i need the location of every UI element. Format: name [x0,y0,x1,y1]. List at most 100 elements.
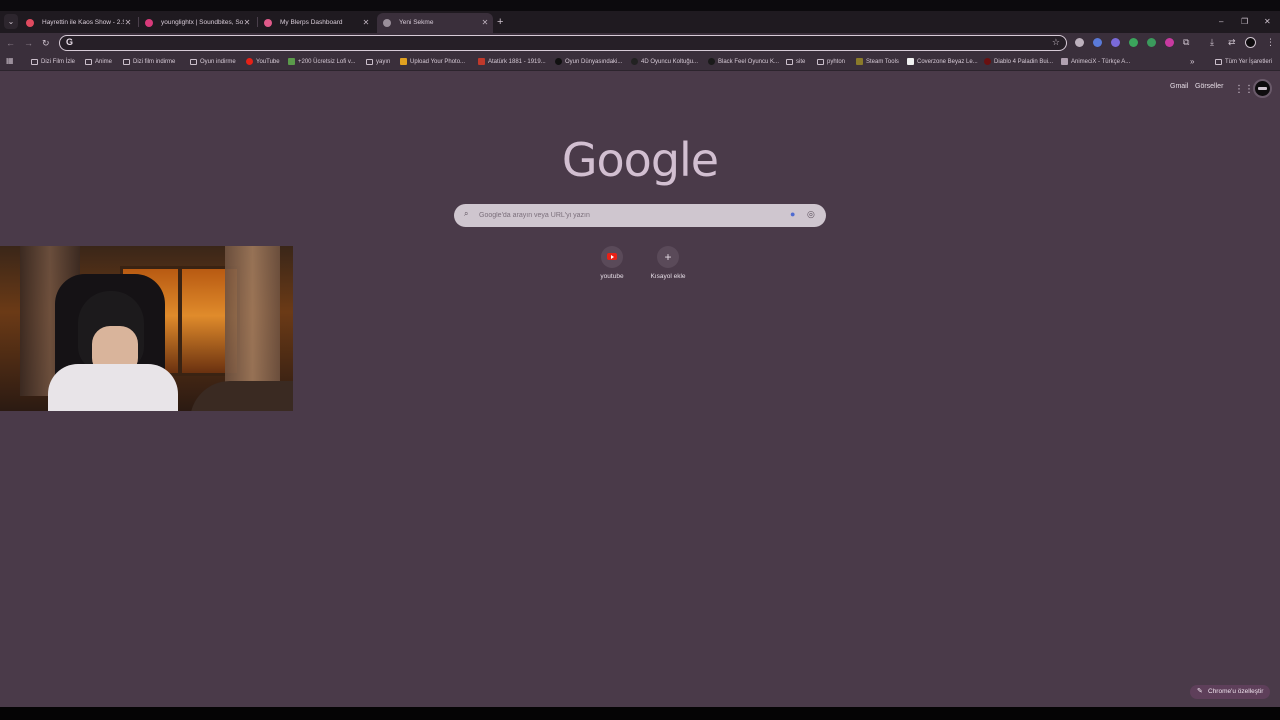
bookmark-link[interactable]: Steam Tools [856,55,899,69]
youtube-icon [246,58,253,65]
bookmark-folder[interactable]: yayın [366,55,390,69]
folder-icon [123,59,130,65]
shield-extension-icon[interactable] [1129,38,1138,47]
bookmark-link[interactable]: Diablo 4 Paladin Bui... [984,55,1053,69]
site-favicon-icon [984,58,991,65]
forward-arrow-icon[interactable]: → [24,37,33,49]
folder-icon [1215,59,1222,65]
extension-icon[interactable] [1165,38,1174,47]
tab-close-icon[interactable]: ✕ [480,13,490,33]
bookmark-link[interactable]: +200 Ücretsiz Lofi v... [288,55,355,69]
reload-icon[interactable]: ↻ [42,37,50,49]
bookmark-link[interactable]: Black Feel Oyuncu K... [708,55,779,69]
google-apps-icon[interactable]: ⋮⋮ [1234,84,1254,95]
folder-icon [190,59,197,65]
customize-label: Chrome'u özelleştir [1208,688,1264,695]
profile-avatar-icon[interactable] [1245,37,1256,48]
tab-title: Hayrettin ile Kaos Show - 2.Sez [42,19,124,26]
bookmark-folder[interactable]: Oyun indirme [190,55,236,69]
shortcut-tile: + [657,246,679,268]
microphone-icon[interactable]: ● [790,209,795,219]
bookmark-folder[interactable]: site [786,55,805,69]
bookmark-star-icon[interactable]: ☆ [1052,37,1060,48]
bookmark-link[interactable]: Atatürk 1881 - 1919... [478,55,546,69]
new-tab-page: Gmail Görseller ⋮⋮ Google ⌕ ● ◎ youtube … [0,71,1280,707]
taskbar-strip [0,707,1280,720]
minimize-button[interactable]: – [1219,15,1223,29]
search-box[interactable]: ⌕ ● ◎ [454,204,826,227]
folder-icon [31,59,38,65]
close-window-button[interactable]: ✕ [1264,15,1271,29]
bookmark-folder[interactable]: Anime [85,55,112,69]
new-tab-button[interactable]: + [497,15,503,29]
shortcut-youtube[interactable]: youtube [584,246,640,280]
bed-blanket [190,381,293,411]
extension-icon[interactable] [1075,38,1084,47]
address-bar[interactable]: G ☆ [59,35,1067,51]
bookmark-folder[interactable]: pyhton [817,55,845,69]
lens-camera-icon[interactable]: ◎ [807,209,815,220]
bookmark-label: 4D Oyuncu Koltuğu... [641,59,699,65]
bookmarks-bar: ▦ Dizi Film İzle Anime Dizi film indirme… [0,53,1280,71]
site-favicon-icon [631,58,638,65]
site-favicon-icon [1061,58,1068,65]
window-top-bar [0,0,1280,11]
folder-icon [817,59,824,65]
bookmark-link[interactable]: AnimeciX - Türkçe A... [1061,55,1130,69]
bookmark-link[interactable]: Coverzone Beyaz Le... [907,55,978,69]
site-favicon-icon [708,58,715,65]
site-favicon-icon [856,58,863,65]
bookmark-label: Atatürk 1881 - 1919... [488,59,546,65]
all-bookmarks-folder[interactable]: Tüm Yer İşaretleri [1215,55,1272,69]
webcam-overlay [0,246,293,411]
bookmark-link[interactable]: Oyun Dünyasındaki... [555,55,622,69]
menu-dots-icon[interactable]: ⋮ [1266,36,1275,48]
bookmark-link[interactable]: 4D Oyuncu Koltuğu... [631,55,698,69]
browser-toolbar: ← → ↻ G ☆ ⧉ ⤓ ⇄ ⋮ [0,33,1280,53]
bookmark-folder[interactable]: Dizi film indirme [123,55,175,69]
apps-grid-icon[interactable]: ▦ [6,57,14,65]
tab-close-icon[interactable]: ✕ [123,13,133,33]
bookmark-label: Diablo 4 Paladin Bui... [994,59,1054,65]
translate-icon[interactable]: ⇄ [1228,36,1236,48]
tab-search-button[interactable]: ⌄ [4,14,18,29]
bookmark-label: Steam Tools [866,59,899,65]
bookmarks-overflow-button[interactable]: » [1190,55,1194,69]
tab-close-icon[interactable]: ✕ [242,13,252,33]
extension-icon[interactable] [1093,38,1102,47]
search-icon: ⌕ [464,209,469,218]
restore-button[interactable]: ❐ [1241,15,1248,29]
shortcut-label: youtube [600,273,624,280]
site-favicon-icon [907,58,914,65]
bookmark-link[interactable]: Upload Your Photo... [400,55,465,69]
bookmark-label: site [796,59,806,65]
tab-new-tab[interactable]: Yeni Sekme ✕ [377,13,493,33]
shortcut-tile [601,246,623,268]
extension-icon[interactable] [1147,38,1156,47]
tab-younglightx[interactable]: younglightx | Soundbites, Soun ✕ [139,13,255,33]
bookmark-label: Upload Your Photo... [410,59,466,65]
customize-chrome-button[interactable]: ✎ Chrome'u özelleştir [1190,685,1271,699]
bookmark-link[interactable]: YouTube [246,55,280,69]
extension-icon[interactable] [1111,38,1120,47]
site-favicon-icon [478,58,485,65]
bookmark-label: AnimeciX - Türkçe A... [1071,59,1131,65]
plus-icon: + [664,250,672,264]
site-favicon-icon [400,58,407,65]
puzzle-extensions-icon[interactable]: ⧉ [1183,36,1189,48]
shortcut-add[interactable]: + Kısayol ekle [640,246,696,280]
bookmark-folder[interactable]: Dizi Film İzle [31,55,75,69]
bookmark-label: Oyun indirme [200,59,236,65]
bookmark-label: Anime [95,59,113,65]
gmail-link[interactable]: Gmail [1170,83,1188,90]
tab-blerps[interactable]: My Blerps Dashboard ✕ [258,13,374,33]
bookmark-label: Dizi Film İzle [41,59,75,65]
tab-title: My Blerps Dashboard [280,19,343,26]
images-link[interactable]: Görseller [1195,83,1223,90]
tab-hayrettin[interactable]: Hayrettin ile Kaos Show - 2.Sez ✕ [20,13,136,33]
tab-close-icon[interactable]: ✕ [361,13,371,33]
account-avatar[interactable] [1253,79,1272,98]
search-input[interactable] [479,207,779,224]
back-arrow-icon[interactable]: ← [6,37,15,49]
download-icon[interactable]: ⤓ [1210,36,1214,48]
